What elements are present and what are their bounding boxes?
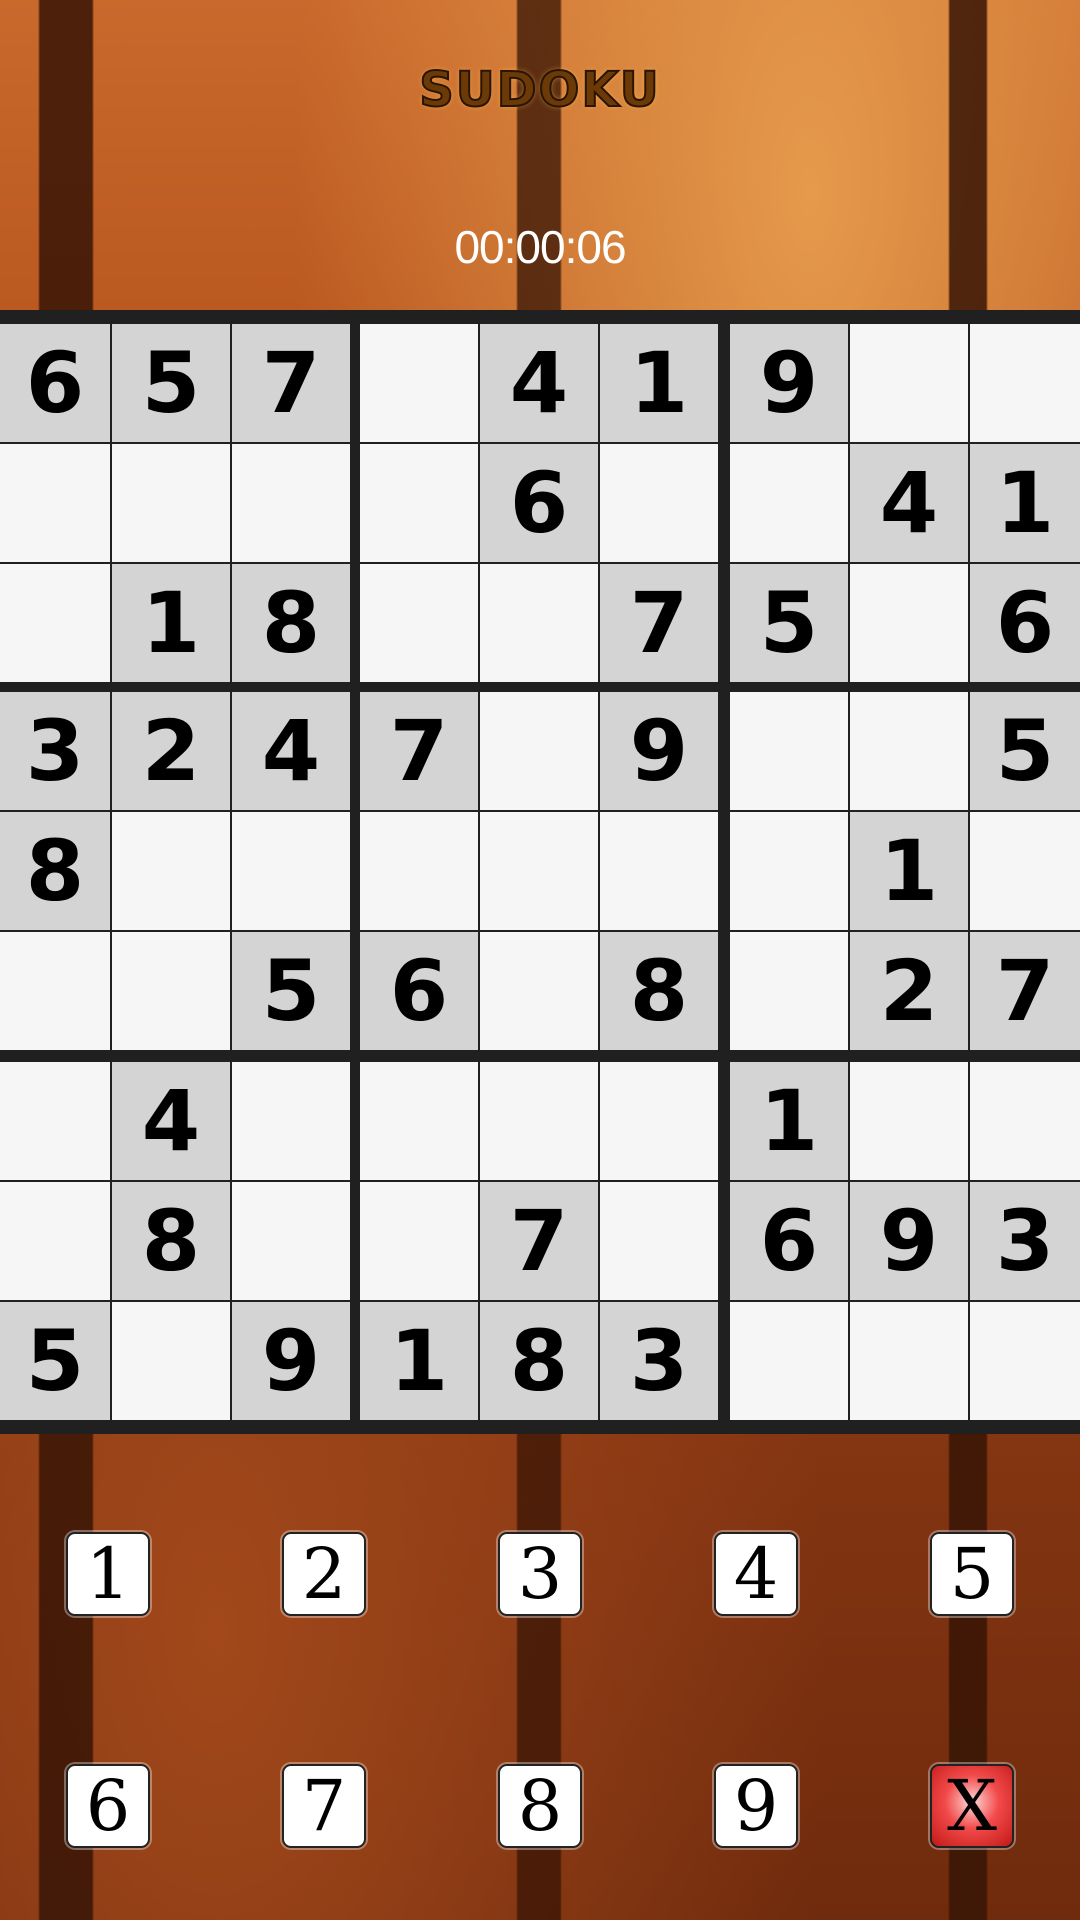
sudoku-cell[interactable] [600, 1062, 718, 1180]
sudoku-cell[interactable]: 1 [730, 1062, 848, 1180]
number-key-button[interactable]: 3 [498, 1532, 582, 1616]
number-key-button[interactable]: 2 [282, 1532, 366, 1616]
sudoku-cell[interactable] [232, 444, 350, 562]
sudoku-cell[interactable] [480, 812, 598, 930]
sudoku-cell[interactable] [480, 932, 598, 1050]
sudoku-cell[interactable] [850, 1302, 968, 1420]
sudoku-cell[interactable] [112, 932, 230, 1050]
sudoku-cell[interactable]: 1 [360, 1302, 478, 1420]
sudoku-cell[interactable] [0, 932, 110, 1050]
sudoku-cell[interactable]: 5 [112, 324, 230, 442]
sudoku-cell[interactable]: 1 [850, 812, 968, 930]
sudoku-cell[interactable] [0, 444, 110, 562]
sudoku-cell[interactable] [232, 1062, 350, 1180]
sudoku-cell[interactable]: 6 [970, 564, 1080, 682]
sudoku-cell[interactable]: 8 [112, 1182, 230, 1300]
sudoku-cell[interactable] [360, 812, 478, 930]
sudoku-cell[interactable] [970, 1302, 1080, 1420]
sudoku-cell[interactable] [850, 324, 968, 442]
sudoku-cell[interactable]: 1 [970, 444, 1080, 562]
sudoku-cell[interactable]: 2 [850, 932, 968, 1050]
sudoku-cell[interactable]: 9 [850, 1182, 968, 1300]
number-key-button[interactable]: 8 [498, 1764, 582, 1848]
sudoku-cell[interactable] [600, 812, 718, 930]
sudoku-cell[interactable]: 9 [730, 324, 848, 442]
sudoku-cell[interactable]: 4 [480, 324, 598, 442]
number-key-button[interactable]: 7 [282, 1764, 366, 1848]
sudoku-cell[interactable] [850, 692, 968, 810]
sudoku-cell[interactable]: 9 [600, 692, 718, 810]
sudoku-cell[interactable] [0, 1062, 110, 1180]
sudoku-cell[interactable] [970, 812, 1080, 930]
number-key-button[interactable]: 1 [66, 1532, 150, 1616]
sudoku-cell[interactable] [730, 1302, 848, 1420]
sudoku-cell[interactable] [480, 564, 598, 682]
number-key-button[interactable]: 5 [930, 1532, 1014, 1616]
sudoku-cell[interactable]: 3 [600, 1302, 718, 1420]
sudoku-cell[interactable] [850, 1062, 968, 1180]
sudoku-cell[interactable]: 8 [0, 812, 110, 930]
number-key-button[interactable]: 9 [714, 1764, 798, 1848]
sudoku-cell[interactable] [600, 444, 718, 562]
sudoku-cell[interactable]: 6 [480, 444, 598, 562]
sudoku-cell[interactable]: 7 [970, 932, 1080, 1050]
sudoku-cell[interactable]: 7 [480, 1182, 598, 1300]
sudoku-cell[interactable] [360, 564, 478, 682]
sudoku-cell[interactable]: 9 [232, 1302, 350, 1420]
sudoku-cell[interactable]: 5 [970, 692, 1080, 810]
sudoku-cell[interactable] [480, 1062, 598, 1180]
sudoku-cell[interactable] [112, 1302, 230, 1420]
number-key-button[interactable]: 4 [714, 1532, 798, 1616]
sudoku-cell[interactable]: 6 [730, 1182, 848, 1300]
page-title: SUDOKU [418, 61, 661, 119]
sudoku-cell[interactable] [232, 1182, 350, 1300]
sudoku-cell[interactable]: 7 [360, 692, 478, 810]
sudoku-cell[interactable] [0, 564, 110, 682]
game-timer: 00:00:06 [454, 221, 626, 273]
sudoku-cell[interactable] [730, 932, 848, 1050]
sudoku-cell[interactable] [112, 444, 230, 562]
sudoku-cell[interactable]: 4 [850, 444, 968, 562]
clear-key-button[interactable]: X [930, 1764, 1014, 1848]
sudoku-cell[interactable] [850, 564, 968, 682]
sudoku-cell[interactable] [112, 812, 230, 930]
sudoku-cell[interactable]: 7 [232, 324, 350, 442]
sudoku-cell[interactable] [600, 1182, 718, 1300]
sudoku-cell[interactable]: 6 [0, 324, 110, 442]
sudoku-cell[interactable] [360, 1062, 478, 1180]
sudoku-cell[interactable] [360, 1182, 478, 1300]
sudoku-board: 657419641187563247958156827418769359183 [0, 310, 1080, 1434]
sudoku-cell[interactable] [970, 324, 1080, 442]
sudoku-cell[interactable] [970, 1062, 1080, 1180]
sudoku-cell[interactable] [0, 1182, 110, 1300]
sudoku-cell[interactable]: 8 [600, 932, 718, 1050]
sudoku-cell[interactable]: 1 [112, 564, 230, 682]
sudoku-cell[interactable] [730, 444, 848, 562]
sudoku-cell[interactable] [730, 692, 848, 810]
sudoku-cell[interactable]: 8 [480, 1302, 598, 1420]
sudoku-cell[interactable]: 8 [232, 564, 350, 682]
sudoku-cell[interactable]: 5 [730, 564, 848, 682]
sudoku-cell[interactable] [480, 692, 598, 810]
sudoku-cell[interactable]: 4 [232, 692, 350, 810]
sudoku-cell[interactable]: 1 [600, 324, 718, 442]
sudoku-cell[interactable] [360, 324, 478, 442]
sudoku-cell[interactable]: 2 [112, 692, 230, 810]
sudoku-cell[interactable] [360, 444, 478, 562]
sudoku-cell[interactable] [232, 812, 350, 930]
sudoku-cell[interactable]: 5 [232, 932, 350, 1050]
number-key-button[interactable]: 6 [66, 1764, 150, 1848]
sudoku-cell[interactable]: 4 [112, 1062, 230, 1180]
sudoku-cell[interactable]: 6 [360, 932, 478, 1050]
sudoku-cell[interactable]: 3 [970, 1182, 1080, 1300]
sudoku-cell[interactable] [730, 812, 848, 930]
sudoku-cell[interactable]: 5 [0, 1302, 110, 1420]
sudoku-cell[interactable]: 7 [600, 564, 718, 682]
sudoku-cell[interactable]: 3 [0, 692, 110, 810]
